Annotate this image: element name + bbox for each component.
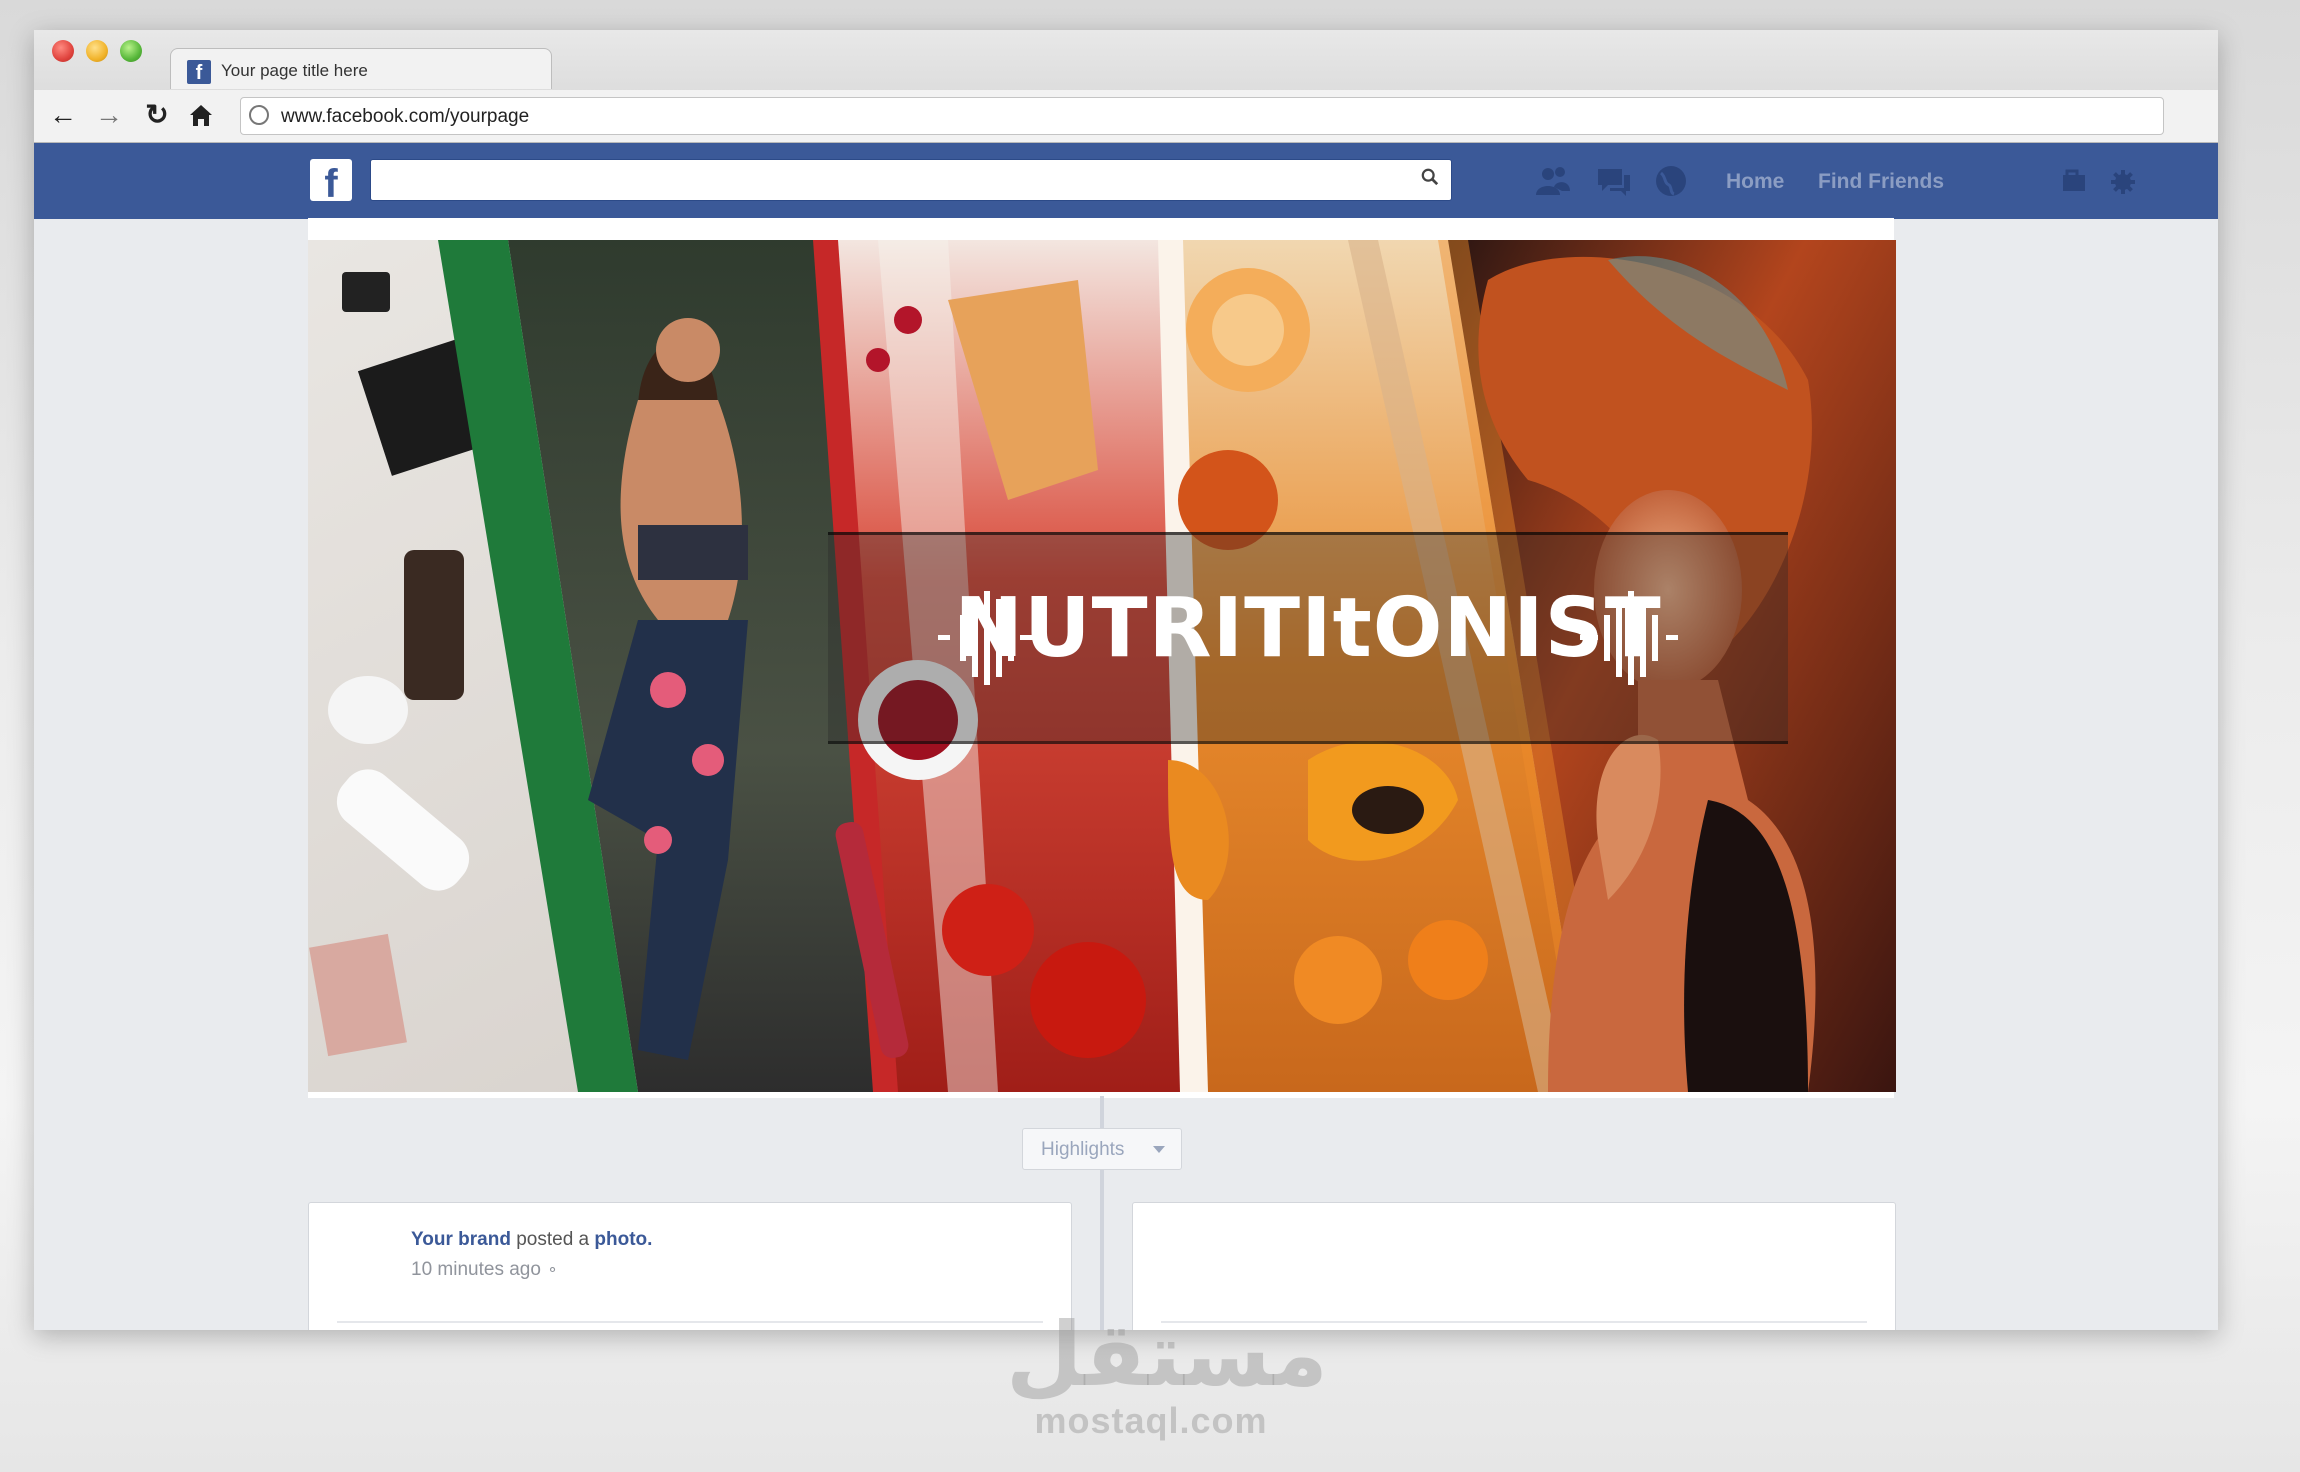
globe-icon (249, 105, 269, 125)
minimize-window-button[interactable] (86, 40, 108, 62)
brand-banner: NUTRITItONIST (828, 532, 1788, 744)
browser-window: f Your page title here ← → ↻ www.faceboo… (34, 30, 2218, 1330)
audience-globe-icon[interactable]: ⚬ (546, 1262, 559, 1279)
url-text: www.facebook.com/yourpage (281, 106, 530, 127)
settings-gear-icon[interactable] (2108, 167, 2138, 197)
nav-find-friends-link[interactable]: Find Friends (1818, 170, 1944, 194)
home-icon[interactable] (184, 98, 218, 137)
browser-chrome: f Your page title here ← → ↻ www.faceboo… (34, 30, 2218, 143)
browser-toolbar: ← → ↻ www.facebook.com/yourpage (34, 90, 2218, 142)
messages-icon[interactable] (1594, 163, 1632, 199)
close-window-button[interactable] (52, 40, 74, 62)
nav-home-link[interactable]: Home (1726, 170, 1784, 194)
zoom-window-button[interactable] (120, 40, 142, 62)
post-divider (337, 1321, 1043, 1323)
privacy-shortcuts-icon[interactable] (2060, 167, 2090, 197)
forward-arrow-icon[interactable]: → (92, 98, 126, 132)
chevron-down-icon (1153, 1146, 1165, 1153)
facebook-top-bar: f Home Find Friends (34, 143, 2218, 219)
post-card[interactable]: Your brand posted a photo. 10 minutes ag… (308, 1202, 1072, 1330)
browser-tab[interactable]: f Your page title here (170, 48, 552, 89)
facebook-logo-icon[interactable]: f (310, 159, 352, 206)
notifications-globe-icon[interactable] (1652, 163, 1690, 199)
address-bar[interactable]: www.facebook.com/yourpage (240, 97, 2164, 135)
friends-icon[interactable] (1534, 163, 1572, 199)
highlights-dropdown[interactable]: Highlights (1022, 1128, 1182, 1170)
search-icon[interactable] (1421, 168, 1439, 186)
watermark-latin: mostaql.com (1034, 1400, 1268, 1441)
reload-icon[interactable]: ↻ (140, 98, 174, 132)
watermark: مستقل mostaql.com (1006, 1303, 1328, 1442)
post-object-link[interactable]: photo. (594, 1229, 652, 1250)
facebook-search-input[interactable] (370, 159, 1452, 201)
post-action-text: posted a (516, 1229, 590, 1250)
tab-title: Your page title here (221, 61, 368, 80)
facebook-favicon-icon: f (187, 60, 211, 84)
back-arrow-icon[interactable]: ← (46, 98, 80, 132)
post-timestamp[interactable]: 10 minutes ago ⚬ (411, 1259, 559, 1281)
right-barcode-icon (1580, 591, 1678, 685)
cover-photo[interactable]: NUTRITItONIST (308, 240, 1896, 1092)
highlights-label: Highlights (1041, 1139, 1125, 1160)
post-header: Your brand posted a photo. (411, 1229, 652, 1251)
watermark-arabic: مستقل (1006, 1303, 1328, 1406)
post-time-text: 10 minutes ago (411, 1259, 541, 1280)
post-author-link[interactable]: Your brand (411, 1229, 511, 1250)
